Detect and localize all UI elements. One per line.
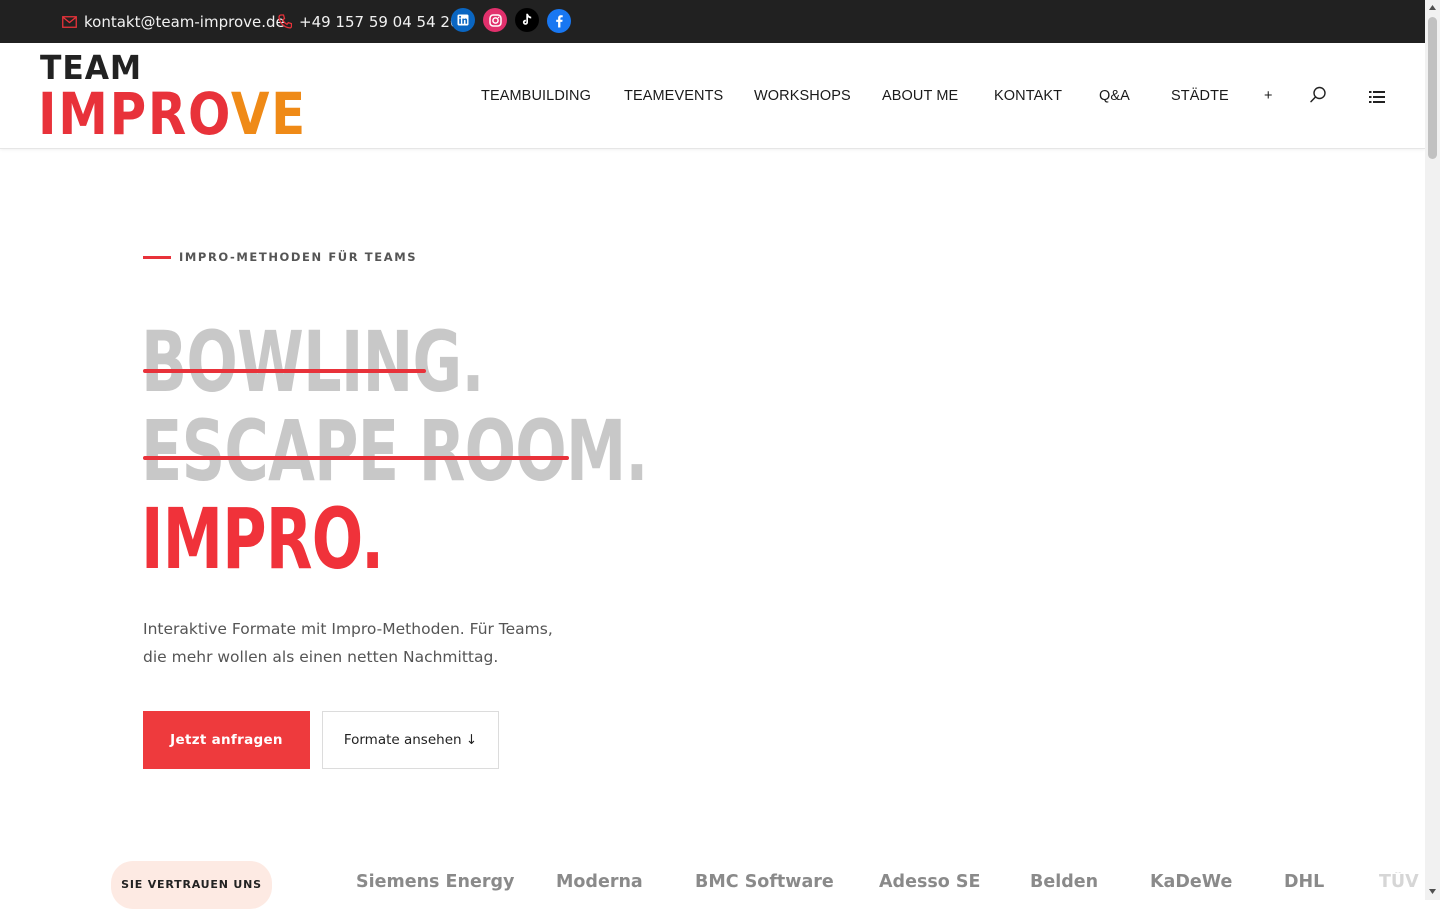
tiktok-link[interactable] (515, 8, 539, 32)
scroll-up-arrow[interactable] (1425, 0, 1440, 15)
tiktok-icon (522, 13, 531, 25)
eyebrow-accent-line (143, 255, 171, 259)
email-link[interactable]: kontakt@team-improve.de (62, 0, 285, 43)
nav-staedte[interactable]: STÄDTE (1171, 43, 1229, 149)
logo-improve-part-orange: VE (230, 80, 307, 148)
client-logo: BMC Software (695, 872, 834, 892)
request-now-button[interactable]: Jetzt anfragen (143, 711, 310, 769)
strike-line-bowling (143, 369, 426, 373)
trust-badge: SIE VERTRAUEN UNS (111, 861, 272, 909)
nav-about-me[interactable]: ABOUT ME (882, 43, 958, 149)
linkedin-icon (457, 14, 469, 26)
linkedin-link[interactable] (451, 8, 475, 32)
facebook-icon (556, 15, 563, 28)
phone-text: +49 157 59 04 54 20 (299, 12, 460, 31)
instagram-link[interactable] (483, 8, 507, 32)
nav-kontakt[interactable]: KONTAKT (994, 43, 1062, 149)
phone-icon (278, 14, 292, 29)
nav-teambuilding[interactable]: TEAMBUILDING (481, 43, 591, 149)
facebook-link[interactable] (547, 9, 571, 33)
list-menu-icon (1369, 91, 1385, 103)
client-logo: Moderna (556, 872, 643, 892)
site-header: TEAM IMPROVE TEAMBUILDING TEAMEVENTS WOR… (0, 43, 1425, 149)
client-logo: DHL (1284, 872, 1325, 892)
nav-qa[interactable]: Q&A (1099, 43, 1130, 149)
scroll-down-arrow[interactable] (1425, 884, 1440, 899)
hero-line-escape-room: ESCAPE ROOM. (141, 402, 648, 500)
phone-link[interactable]: +49 157 59 04 54 20 (278, 0, 459, 43)
client-logo: Belden (1030, 872, 1099, 892)
logo-improve-text: IMPROVE (38, 81, 307, 147)
logo-improve-part-red: IMPRO (38, 80, 231, 148)
client-logo: TÜV (1379, 872, 1419, 892)
client-logo: KaDeWe (1150, 872, 1233, 892)
search-icon (1310, 86, 1326, 103)
hero-lead-text: Interaktive Formate mit Impro-Methoden. … (143, 620, 553, 666)
instagram-icon (488, 13, 502, 27)
client-logo: Siemens Energy (356, 872, 515, 892)
client-logo: Adesso SE (879, 872, 981, 892)
nav-workshops[interactable]: WORKSHOPS (754, 43, 851, 149)
email-text: kontakt@team-improve.de (84, 12, 285, 31)
menu-toggle-button[interactable] (1368, 89, 1386, 105)
scrollbar-thumb[interactable] (1428, 17, 1437, 159)
page-scrollbar[interactable] (1425, 0, 1440, 900)
top-bar: kontakt@team-improve.de +49 157 59 04 54… (0, 0, 1425, 43)
caret-down-icon (1429, 889, 1436, 894)
search-button[interactable] (1309, 86, 1331, 108)
eyebrow-text: IMPRO-METHODEN FÜR TEAMS (179, 250, 418, 264)
view-formats-button[interactable]: Formate ansehen ↓ (322, 711, 499, 769)
strike-line-escape-room (143, 456, 569, 460)
hero-line-bowling: BOWLING. (141, 313, 484, 411)
nav-teamevents[interactable]: TEAMEVENTS (624, 43, 723, 149)
nav-more[interactable]: + (1264, 43, 1273, 149)
mail-icon (62, 15, 77, 28)
caret-up-icon (1429, 5, 1436, 10)
hero-eyebrow: IMPRO-METHODEN FÜR TEAMS (143, 250, 417, 264)
hero-line-impro: IMPRO. (141, 490, 384, 588)
